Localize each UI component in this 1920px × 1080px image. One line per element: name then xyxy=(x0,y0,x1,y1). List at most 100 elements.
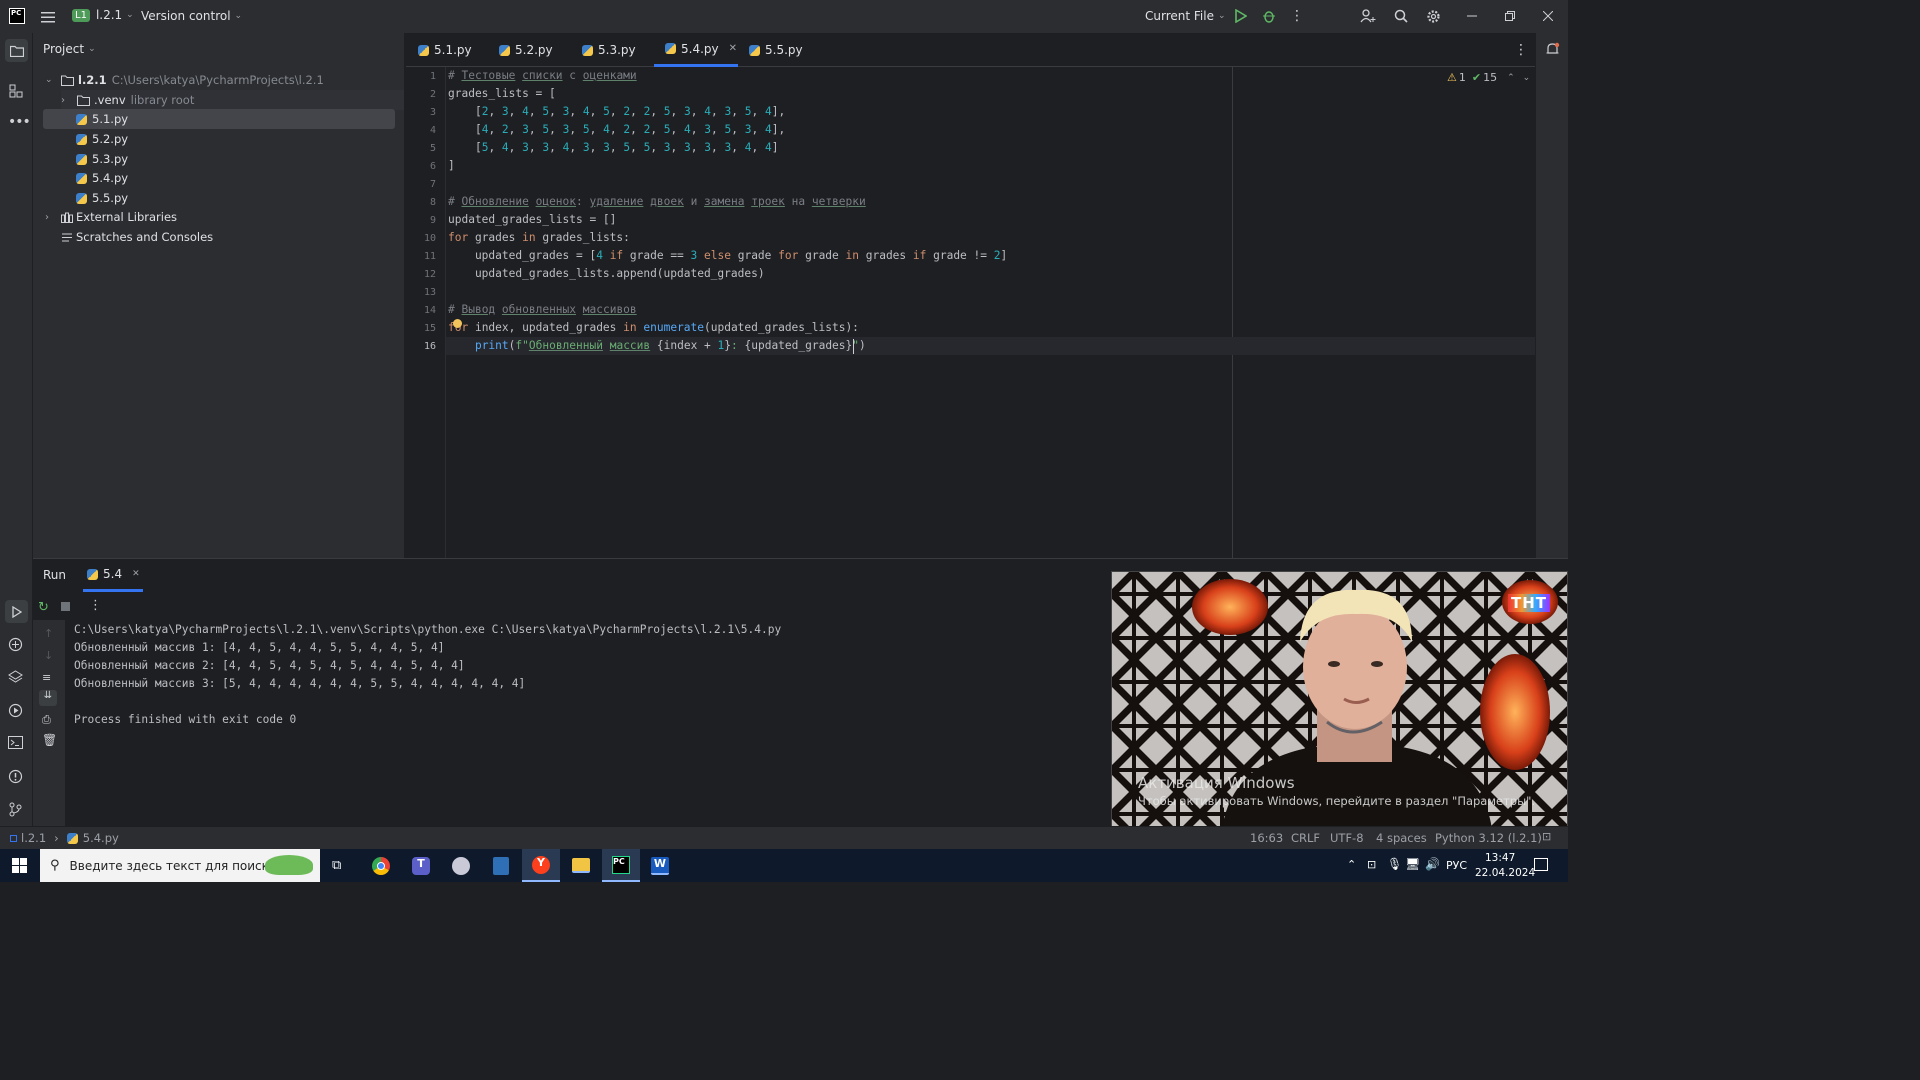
chevron-down-icon[interactable]: ⌄ xyxy=(1523,73,1531,83)
tree-file-5-1[interactable]: 5.1.py xyxy=(43,109,395,129)
notifications-bell-icon[interactable] xyxy=(1545,42,1560,60)
pycharm-logo-icon[interactable]: PC xyxy=(9,8,25,24)
more-actions-icon[interactable]: ⋮ xyxy=(89,598,102,613)
lock-icon[interactable]: ⊡ xyxy=(1542,830,1551,843)
tab-options-icon[interactable]: ⋮ xyxy=(1514,42,1528,58)
line-separator[interactable]: CRLF xyxy=(1291,831,1320,845)
rerun-icon[interactable]: ↻ xyxy=(38,600,49,615)
structure-icon[interactable] xyxy=(9,84,23,101)
external-libraries-label: External Libraries xyxy=(76,210,178,224)
arrow-up-icon[interactable]: ↑ xyxy=(44,627,53,640)
tree-scratches[interactable]: Scratches and Consoles xyxy=(61,227,213,247)
python-interpreter[interactable]: Python 3.12 (l.2.1) xyxy=(1435,831,1542,845)
tab-5-5[interactable]: 5.5.py xyxy=(749,33,803,67)
tree-external-libraries[interactable]: › External Libraries xyxy=(45,207,177,227)
soft-wrap-icon[interactable]: ≡ xyxy=(42,671,51,684)
tab-5-3[interactable]: 5.3.py xyxy=(582,33,636,67)
file-name: 5.1.py xyxy=(92,112,129,126)
app-icon[interactable] xyxy=(452,857,470,875)
project-panel-header[interactable]: Project ⌄ xyxy=(43,42,96,56)
file-name: 5.3.py xyxy=(92,152,129,166)
breadcrumb-file[interactable]: 5.4.py xyxy=(83,831,119,845)
calculator-icon[interactable] xyxy=(493,857,509,875)
tab-5-4-active[interactable]: 5.4.py ✕ xyxy=(654,33,738,67)
run-config-selector[interactable]: Current File ⌄ xyxy=(1145,9,1226,23)
python-file-icon xyxy=(665,43,676,54)
word-icon[interactable]: W xyxy=(651,857,669,875)
tab-5-2[interactable]: 5.2.py xyxy=(499,33,553,67)
add-user-icon[interactable] xyxy=(1354,2,1382,30)
root-folder-path: C:\Users\katya\PycharmProjects\l.2.1 xyxy=(111,73,324,87)
more-tools-icon[interactable]: ••• xyxy=(8,114,31,130)
tab-5-1[interactable]: 5.1.py xyxy=(418,33,472,67)
print-icon[interactable]: ⎙ xyxy=(42,713,51,727)
git-icon[interactable] xyxy=(8,802,22,820)
clock-date[interactable]: 22.04.2024 xyxy=(1475,867,1535,879)
code-editor[interactable]: ⚠ 1 ✔ 15 ⌃ ⌄ 1 2 3 4 5 6 7 8 9 10 11 12 … xyxy=(406,67,1535,558)
terminal-icon[interactable] xyxy=(8,736,23,752)
services-icon[interactable] xyxy=(8,703,23,721)
tree-file-5-4[interactable]: 5.4.py xyxy=(76,168,128,188)
network-icon[interactable]: 🖥 xyxy=(1405,857,1420,871)
input-language[interactable]: РУС xyxy=(1446,859,1467,872)
volume-icon[interactable]: 🔊 xyxy=(1425,857,1440,871)
taskbar-search-box[interactable]: ⚲ Введите здесь текст для поиска xyxy=(40,849,320,882)
python-file-icon xyxy=(418,44,429,56)
tree-file-5-2[interactable]: 5.2.py xyxy=(76,129,128,149)
caret-position[interactable]: 16:63 xyxy=(1250,831,1283,845)
line-number-current: 16 xyxy=(423,341,436,352)
close-tab-icon[interactable]: ✕ xyxy=(132,569,140,579)
main-menu-icon[interactable] xyxy=(34,3,62,31)
trash-icon[interactable]: 🗑 xyxy=(42,733,57,747)
code-line: [5, 4, 3, 3, 4, 3, 3, 5, 5, 3, 3, 3, 3, … xyxy=(448,141,779,154)
python-file-icon xyxy=(76,153,87,165)
file-explorer-icon[interactable] xyxy=(572,858,590,873)
windows-start-icon[interactable] xyxy=(12,858,27,876)
tray-chevron-up-icon[interactable]: ⌃ xyxy=(1347,858,1356,871)
editor-tabs: 5.1.py 5.2.py 5.3.py 5.4.py ✕ 5.5.py ⋮ xyxy=(406,33,1535,67)
python-packages-icon[interactable] xyxy=(8,637,23,655)
teams-icon[interactable]: T xyxy=(412,857,430,875)
tray-app-icon[interactable]: ⊡ xyxy=(1367,858,1376,871)
layers-icon[interactable] xyxy=(8,670,23,687)
folder-icon xyxy=(77,95,90,106)
settings-gear-icon[interactable] xyxy=(1419,2,1447,30)
run-tool-icon[interactable] xyxy=(5,600,28,623)
chrome-icon[interactable] xyxy=(372,857,390,875)
close-window-icon[interactable] xyxy=(1534,2,1562,30)
yandex-browser-icon[interactable]: Y xyxy=(522,849,560,882)
pycharm-taskbar-icon[interactable]: PC xyxy=(602,849,640,882)
stop-icon[interactable] xyxy=(61,602,70,611)
code-line: for index, updated_grades in enumerate(u… xyxy=(448,321,859,334)
tree-item-venv[interactable]: › .venv library root xyxy=(61,90,404,110)
debug-icon[interactable] xyxy=(1255,2,1283,30)
restore-window-icon[interactable] xyxy=(1496,2,1524,30)
inspection-widget[interactable]: ⚠ 1 ✔ 15 ⌃ ⌄ xyxy=(1447,71,1530,84)
scroll-to-end-icon[interactable]: ⇊ xyxy=(39,690,57,706)
file-encoding[interactable]: UTF-8 xyxy=(1330,831,1364,845)
clock-time[interactable]: 13:47 xyxy=(1485,852,1515,864)
microphone-icon[interactable]: 🎙 xyxy=(1387,857,1402,871)
chevron-up-icon[interactable]: ⌃ xyxy=(1507,73,1515,83)
breadcrumb-project[interactable]: l.2.1 xyxy=(21,831,46,845)
tree-file-5-5[interactable]: 5.5.py xyxy=(76,188,128,208)
tree-file-5-3[interactable]: 5.3.py xyxy=(76,149,128,169)
lightbulb-icon[interactable] xyxy=(453,319,462,328)
project-switcher[interactable]: L1 l.2.1 ⌄ xyxy=(72,8,134,22)
indent-setting[interactable]: 4 spaces xyxy=(1376,831,1427,845)
tree-root[interactable]: ⌄ l.2.1 C:\Users\katya\PycharmProjects\l… xyxy=(45,70,324,90)
project-folder-icon[interactable] xyxy=(5,39,28,62)
task-view-icon[interactable]: ⧉ xyxy=(332,858,341,873)
problems-icon[interactable] xyxy=(8,769,23,787)
more-actions-icon[interactable]: ⋮ xyxy=(1283,2,1311,30)
run-tab-5-4[interactable]: 5.4 ✕ xyxy=(83,559,143,592)
search-icon[interactable] xyxy=(1387,2,1415,30)
minimize-window-icon[interactable] xyxy=(1458,2,1486,30)
project-badge: L1 xyxy=(72,8,90,22)
run-icon[interactable] xyxy=(1227,2,1255,30)
action-center-icon[interactable] xyxy=(1534,858,1548,871)
scratches-icon xyxy=(62,233,72,241)
arrow-down-icon[interactable]: ↓ xyxy=(44,649,53,662)
version-control-menu[interactable]: Version control ⌄ xyxy=(141,9,242,23)
close-tab-icon[interactable]: ✕ xyxy=(729,43,737,54)
